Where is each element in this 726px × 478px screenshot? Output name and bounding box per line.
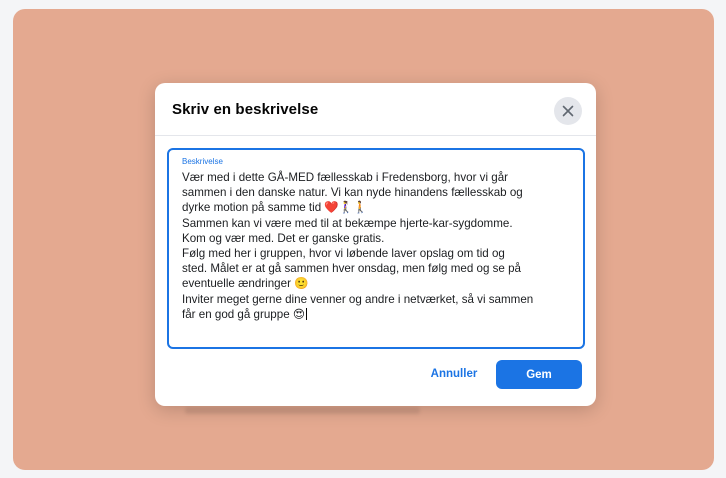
text-caret bbox=[305, 307, 307, 320]
dialog-title: Skriv en beskrivelse bbox=[172, 101, 319, 118]
description-dialog: Skriv en beskrivelse Beskrivelse Vær med… bbox=[155, 83, 596, 406]
dialog-header: Skriv en beskrivelse bbox=[155, 83, 596, 136]
background-blurred-text bbox=[185, 407, 420, 414]
close-icon bbox=[562, 105, 574, 117]
description-text[interactable]: Vær med i dette GÅ-MED fællesskab i Fred… bbox=[182, 170, 577, 322]
description-textarea[interactable]: Beskrivelse Vær med i dette GÅ-MED fælle… bbox=[167, 148, 585, 349]
close-button[interactable] bbox=[554, 97, 582, 125]
description-text-content: Vær med i dette GÅ-MED fællesskab i Fred… bbox=[182, 171, 534, 321]
cancel-button[interactable]: Annuller bbox=[419, 360, 489, 388]
description-field-label: Beskrivelse bbox=[182, 157, 223, 166]
save-button[interactable]: Gem bbox=[496, 360, 582, 389]
